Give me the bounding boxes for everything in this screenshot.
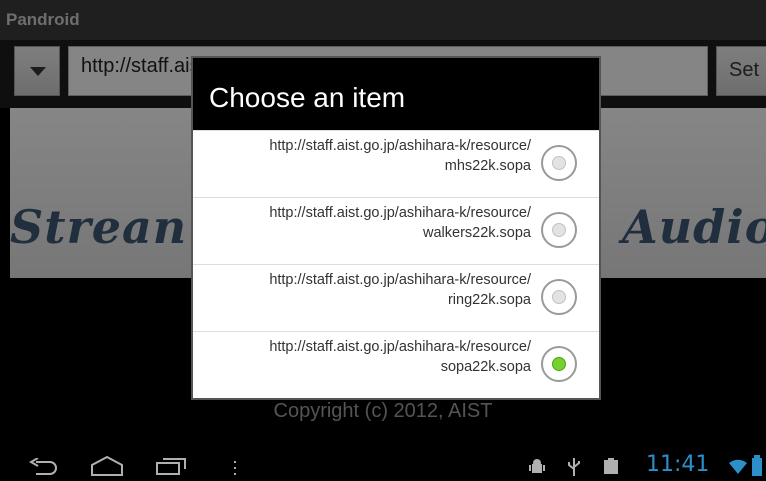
radio-dot bbox=[552, 357, 566, 371]
clipboard-icon bbox=[604, 458, 618, 474]
radio-dot bbox=[552, 290, 566, 304]
android-debug-icon bbox=[529, 459, 545, 473]
usb-icon bbox=[568, 458, 580, 476]
radio-dot bbox=[552, 156, 566, 170]
dialog-header: Choose an item bbox=[193, 58, 599, 130]
recent-apps-icon[interactable] bbox=[155, 456, 187, 476]
choose-item-dialog: Choose an item http://staff.aist.go.jp/a… bbox=[191, 56, 601, 400]
radio-button[interactable] bbox=[541, 212, 577, 248]
radio-dot bbox=[552, 223, 566, 237]
list-item-label: http://staff.aist.go.jp/ashihara-k/resou… bbox=[269, 205, 531, 241]
menu-icon[interactable] bbox=[232, 460, 238, 476]
back-icon[interactable] bbox=[28, 458, 58, 476]
list-item-ring22k[interactable]: http://staff.aist.go.jp/ashihara-k/resou… bbox=[193, 264, 599, 331]
list-item-label: http://staff.aist.go.jp/ashihara-k/resou… bbox=[269, 339, 531, 375]
battery-icon bbox=[752, 455, 762, 476]
radio-button[interactable] bbox=[541, 279, 577, 315]
list-item-sopa22k[interactable]: http://staff.aist.go.jp/ashihara-k/resou… bbox=[193, 331, 599, 398]
list-item-mhs22k[interactable]: http://staff.aist.go.jp/ashihara-k/resou… bbox=[193, 130, 599, 197]
list-item-walkers22k[interactable]: http://staff.aist.go.jp/ashihara-k/resou… bbox=[193, 197, 599, 264]
radio-button-selected[interactable] bbox=[541, 346, 577, 382]
home-icon[interactable] bbox=[90, 455, 124, 477]
wifi-icon bbox=[729, 459, 747, 474]
clock: 11:41 bbox=[646, 452, 710, 477]
dialog-title: Choose an item bbox=[209, 82, 406, 113]
list-item-label: http://staff.aist.go.jp/ashihara-k/resou… bbox=[269, 138, 531, 174]
radio-button[interactable] bbox=[541, 145, 577, 181]
system-nav-bar: 11:41 bbox=[0, 452, 766, 481]
list-item-label: http://staff.aist.go.jp/ashihara-k/resou… bbox=[269, 272, 531, 308]
